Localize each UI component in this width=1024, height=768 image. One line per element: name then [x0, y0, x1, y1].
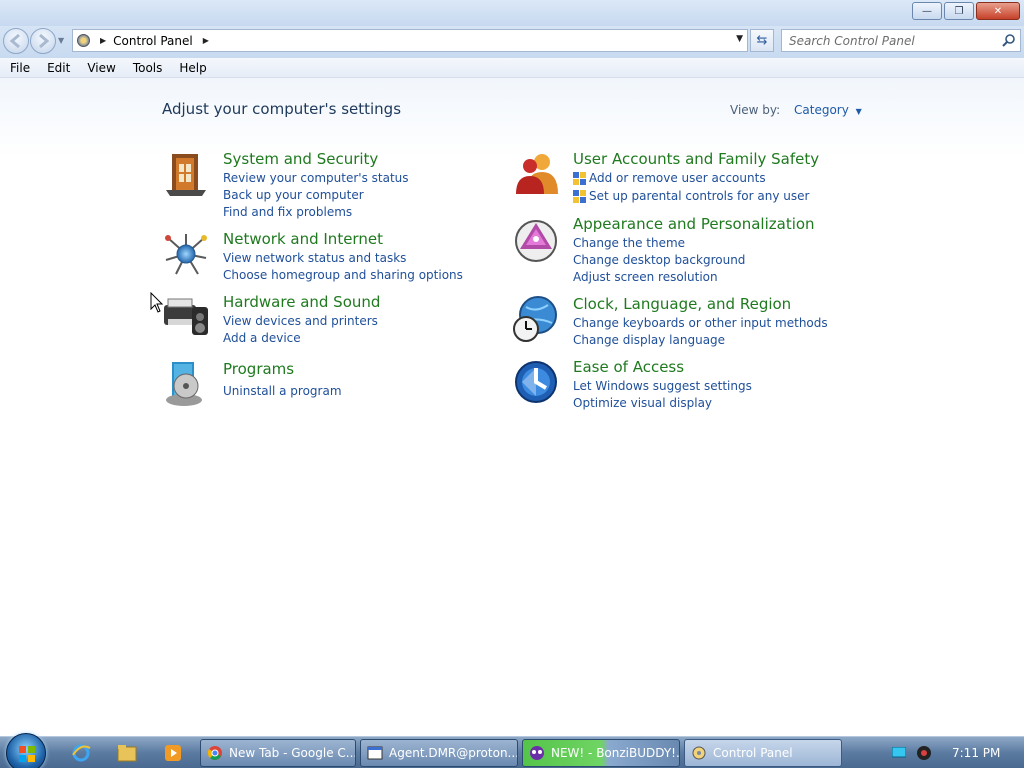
- search-icon[interactable]: [1002, 33, 1016, 47]
- control-panel-content: Adjust your computer's settings View by:…: [0, 78, 1024, 736]
- forward-button[interactable]: [30, 28, 56, 54]
- windows-explorer-icon[interactable]: [116, 742, 138, 764]
- link-label[interactable]: Add or remove user accounts: [589, 171, 766, 185]
- taskbar-clock[interactable]: 7:11 PM: [952, 746, 1000, 760]
- chrome-icon: [207, 746, 222, 760]
- link-devices-printers[interactable]: View devices and printers: [223, 314, 378, 328]
- back-arrow-icon: [9, 33, 20, 49]
- category-title[interactable]: Appearance and Personalization: [573, 215, 815, 233]
- address-bar[interactable]: ▶ Control Panel ▶ ▼: [72, 29, 748, 52]
- bonzi-icon: [530, 746, 544, 760]
- category-title[interactable]: System and Security: [223, 150, 378, 168]
- media-player-icon[interactable]: [162, 742, 184, 764]
- view-by-label: View by:: [730, 103, 781, 117]
- user-accounts-icon[interactable]: [512, 150, 560, 198]
- windows-logo-icon: [19, 746, 35, 762]
- window-controls: — ❐ ✕: [912, 2, 1020, 20]
- menu-bar: File Edit View Tools Help: [0, 58, 1024, 78]
- link-add-device[interactable]: Add a device: [223, 331, 301, 345]
- window-icon: [367, 746, 383, 760]
- close-icon: ✕: [993, 5, 1003, 17]
- breadcrumb-arrow-icon[interactable]: ▶: [100, 36, 106, 45]
- category-title[interactable]: Hardware and Sound: [223, 293, 380, 311]
- breadcrumb-control-panel[interactable]: Control Panel: [113, 34, 193, 48]
- task-label: Control Panel: [713, 746, 793, 760]
- link-parental-controls[interactable]: Set up parental controls for any user: [573, 189, 809, 203]
- task-label: New Tab - Google C...: [229, 746, 356, 760]
- category-title[interactable]: Ease of Access: [573, 358, 684, 376]
- category-title[interactable]: Clock, Language, and Region: [573, 295, 791, 313]
- clock-language-icon[interactable]: [512, 295, 560, 343]
- uac-shield-icon: [573, 190, 586, 203]
- menu-help[interactable]: Help: [169, 58, 213, 77]
- search-input[interactable]: [782, 30, 992, 51]
- task-chrome[interactable]: New Tab - Google C...: [200, 739, 356, 767]
- start-button[interactable]: [6, 733, 46, 768]
- link-uninstall[interactable]: Uninstall a program: [223, 384, 342, 398]
- network-tray-icon[interactable]: [892, 747, 906, 759]
- minimize-button[interactable]: —: [912, 2, 942, 20]
- search-box[interactable]: [781, 29, 1021, 52]
- close-button[interactable]: ✕: [976, 2, 1020, 20]
- ease-of-access-icon[interactable]: [512, 358, 560, 406]
- breadcrumb-arrow-icon[interactable]: ▶: [203, 36, 209, 45]
- category-title[interactable]: Programs: [223, 360, 294, 378]
- page-title: Adjust your computer's settings: [162, 100, 402, 118]
- link-add-remove-accounts[interactable]: Add or remove user accounts: [573, 171, 766, 185]
- task-control-panel[interactable]: Control Panel: [684, 739, 842, 767]
- menu-tools[interactable]: Tools: [123, 58, 170, 77]
- link-review-status[interactable]: Review your computer's status: [223, 171, 409, 185]
- link-back-up[interactable]: Back up your computer: [223, 188, 364, 202]
- link-suggest-settings[interactable]: Let Windows suggest settings: [573, 379, 752, 393]
- appearance-icon[interactable]: [512, 215, 560, 263]
- address-dropdown-icon[interactable]: ▼: [736, 34, 743, 44]
- link-change-theme[interactable]: Change the theme: [573, 236, 685, 250]
- task-agent-dmr[interactable]: Agent.DMR@proton...: [360, 739, 518, 767]
- uac-shield-icon: [573, 172, 586, 185]
- link-label[interactable]: Set up parental controls for any user: [589, 189, 809, 203]
- programs-icon[interactable]: [162, 360, 210, 408]
- link-screen-resolution[interactable]: Adjust screen resolution: [573, 270, 718, 284]
- task-bonzibuddy[interactable]: NEW! - BonziBUDDY!...: [522, 739, 680, 767]
- hardware-sound-icon[interactable]: [162, 293, 210, 341]
- restore-icon: ❐: [954, 5, 964, 17]
- link-network-status[interactable]: View network status and tasks: [223, 251, 406, 265]
- forward-arrow-icon: [39, 33, 50, 49]
- link-homegroup[interactable]: Choose homegroup and sharing options: [223, 268, 463, 282]
- system-security-icon[interactable]: [162, 150, 210, 198]
- task-label: Agent.DMR@proton...: [389, 746, 518, 760]
- menu-file[interactable]: File: [0, 58, 37, 77]
- title-bar: — ❐ ✕: [0, 0, 1024, 26]
- link-find-fix[interactable]: Find and fix problems: [223, 205, 352, 219]
- view-by: View by: Category ▼: [730, 103, 862, 117]
- volume-tray-icon[interactable]: [916, 745, 932, 761]
- menu-view[interactable]: View: [77, 58, 122, 77]
- mouse-cursor-icon: [150, 292, 164, 313]
- network-internet-icon[interactable]: [162, 230, 210, 278]
- refresh-icon: ⇆: [756, 33, 768, 48]
- category-title[interactable]: User Accounts and Family Safety: [573, 150, 819, 168]
- chevron-down-icon[interactable]: ▼: [856, 107, 862, 116]
- link-optimize-display[interactable]: Optimize visual display: [573, 396, 712, 410]
- control-panel-icon: [692, 746, 706, 760]
- minimize-icon: —: [922, 5, 932, 17]
- internet-explorer-icon[interactable]: [70, 742, 92, 764]
- link-keyboards[interactable]: Change keyboards or other input methods: [573, 316, 828, 330]
- menu-edit[interactable]: Edit: [37, 58, 77, 77]
- restore-button[interactable]: ❐: [944, 2, 974, 20]
- link-desktop-background[interactable]: Change desktop background: [573, 253, 745, 267]
- control-panel-icon: [77, 34, 90, 47]
- navigation-bar: ▼ ▶ Control Panel ▶ ▼ ⇆: [0, 26, 1024, 58]
- category-title[interactable]: Network and Internet: [223, 230, 383, 248]
- view-by-dropdown[interactable]: Category: [794, 103, 849, 117]
- refresh-button[interactable]: ⇆: [750, 29, 774, 52]
- taskbar: New Tab - Google C... Agent.DMR@proton..…: [0, 733, 1024, 768]
- back-button[interactable]: [3, 28, 29, 54]
- link-display-language[interactable]: Change display language: [573, 333, 725, 347]
- recent-pages-dropdown[interactable]: ▼: [58, 36, 64, 45]
- task-label: NEW! - BonziBUDDY!...: [551, 746, 680, 760]
